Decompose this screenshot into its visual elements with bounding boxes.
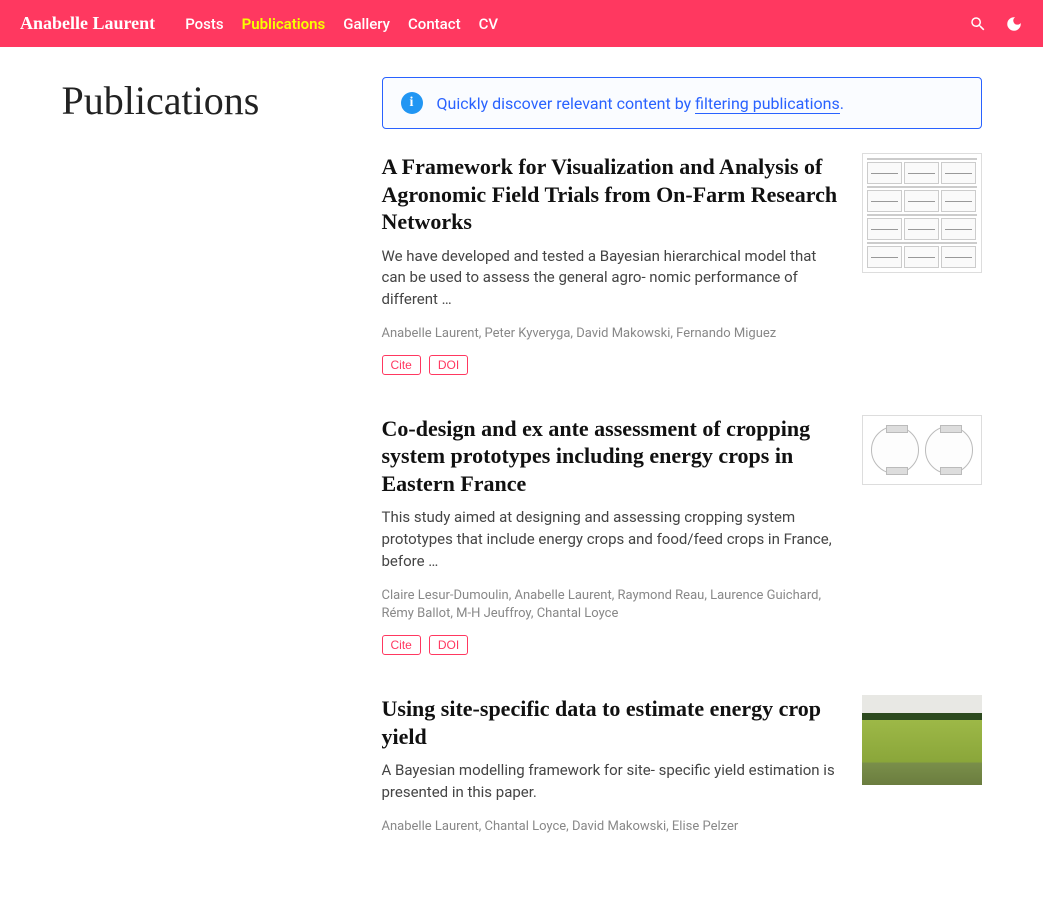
thumbnail-image: [862, 695, 982, 785]
nav-cv[interactable]: CV: [479, 15, 498, 33]
publication-thumbnail[interactable]: [862, 695, 982, 848]
publication-body: A Framework for Visualization and Analys…: [382, 153, 842, 375]
cite-button[interactable]: Cite: [382, 355, 421, 375]
right-column: i Quickly discover relevant content by f…: [382, 77, 982, 888]
publication-title[interactable]: Co-design and ex ante assessment of crop…: [382, 415, 842, 498]
doi-button[interactable]: DOI: [429, 635, 468, 655]
publication-authors[interactable]: Claire Lesur-Dumoulin, Anabelle Laurent,…: [382, 587, 842, 623]
nav-links: Posts Publications Gallery Contact CV: [185, 15, 969, 33]
alert-pre: Quickly discover relevant content by: [437, 94, 696, 113]
dark-mode-icon[interactable]: [1005, 15, 1023, 33]
publication-body: Co-design and ex ante assessment of crop…: [382, 415, 842, 655]
nav-publications[interactable]: Publications: [242, 15, 326, 33]
thumbnail-image: [862, 153, 982, 273]
publication-body: Using site-specific data to estimate ene…: [382, 695, 842, 848]
nav-posts[interactable]: Posts: [185, 15, 223, 33]
publication-thumbnail[interactable]: [862, 153, 982, 375]
publication-title[interactable]: Using site-specific data to estimate ene…: [382, 695, 842, 750]
publication-abstract: We have developed and tested a Bayesian …: [382, 246, 842, 311]
alert-text: Quickly discover relevant content by fil…: [437, 94, 844, 113]
brand-link[interactable]: Anabelle Laurent: [20, 13, 155, 34]
publication-item: Co-design and ex ante assessment of crop…: [382, 415, 982, 655]
publication-authors[interactable]: Anabelle Laurent, Peter Kyveryga, David …: [382, 325, 842, 343]
publication-item: Using site-specific data to estimate ene…: [382, 695, 982, 848]
nav-gallery[interactable]: Gallery: [343, 15, 390, 33]
alert-post: .: [840, 94, 844, 113]
cite-button[interactable]: Cite: [382, 635, 421, 655]
main-container: Publications i Quickly discover relevant…: [42, 47, 1002, 918]
left-column: Publications: [62, 77, 342, 888]
info-icon: i: [401, 92, 423, 114]
thumbnail-image: [862, 415, 982, 485]
navbar: Anabelle Laurent Posts Publications Gall…: [0, 0, 1043, 47]
nav-right: [969, 15, 1023, 33]
publication-buttons: Cite DOI: [382, 355, 842, 375]
filter-link[interactable]: filtering publications: [695, 94, 840, 114]
publication-abstract: A Bayesian modelling framework for site-…: [382, 760, 842, 804]
publication-authors[interactable]: Anabelle Laurent, Chantal Loyce, David M…: [382, 818, 842, 836]
filter-alert: i Quickly discover relevant content by f…: [382, 77, 982, 129]
publication-title[interactable]: A Framework for Visualization and Analys…: [382, 153, 842, 236]
publication-buttons: Cite DOI: [382, 635, 842, 655]
doi-button[interactable]: DOI: [429, 355, 468, 375]
search-icon[interactable]: [969, 15, 987, 33]
nav-contact[interactable]: Contact: [408, 15, 461, 33]
publication-thumbnail[interactable]: [862, 415, 982, 655]
publication-item: A Framework for Visualization and Analys…: [382, 153, 982, 375]
publication-abstract: This study aimed at designing and assess…: [382, 507, 842, 572]
page-title: Publications: [62, 77, 342, 124]
